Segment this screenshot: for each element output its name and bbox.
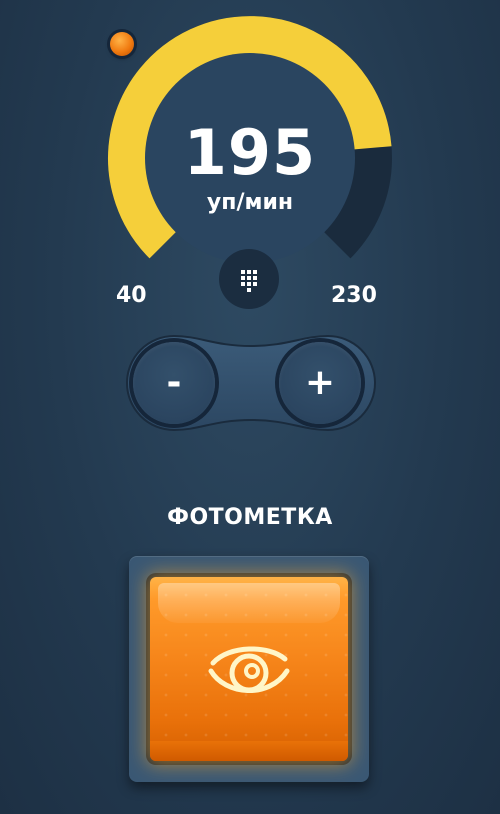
tempo-stepper: - + [118,330,384,440]
button-bottom-band [150,741,348,761]
tempo-unit: уп/мин [206,190,294,215]
keypad-button[interactable] [219,249,279,309]
tempo-value: 195 [183,116,317,189]
increase-tempo-button[interactable]: + [279,342,361,424]
decrease-tempo-button[interactable]: - [133,342,215,424]
keypad-icon [241,270,257,292]
photo-mark-button[interactable] [150,577,348,761]
photo-mark-title: ФОТОМЕТКА [167,505,333,530]
eye-icon [208,646,290,693]
button-gloss [158,583,340,623]
tempo-min-label: 40 [116,283,147,308]
tempo-max-label: 230 [331,283,377,308]
